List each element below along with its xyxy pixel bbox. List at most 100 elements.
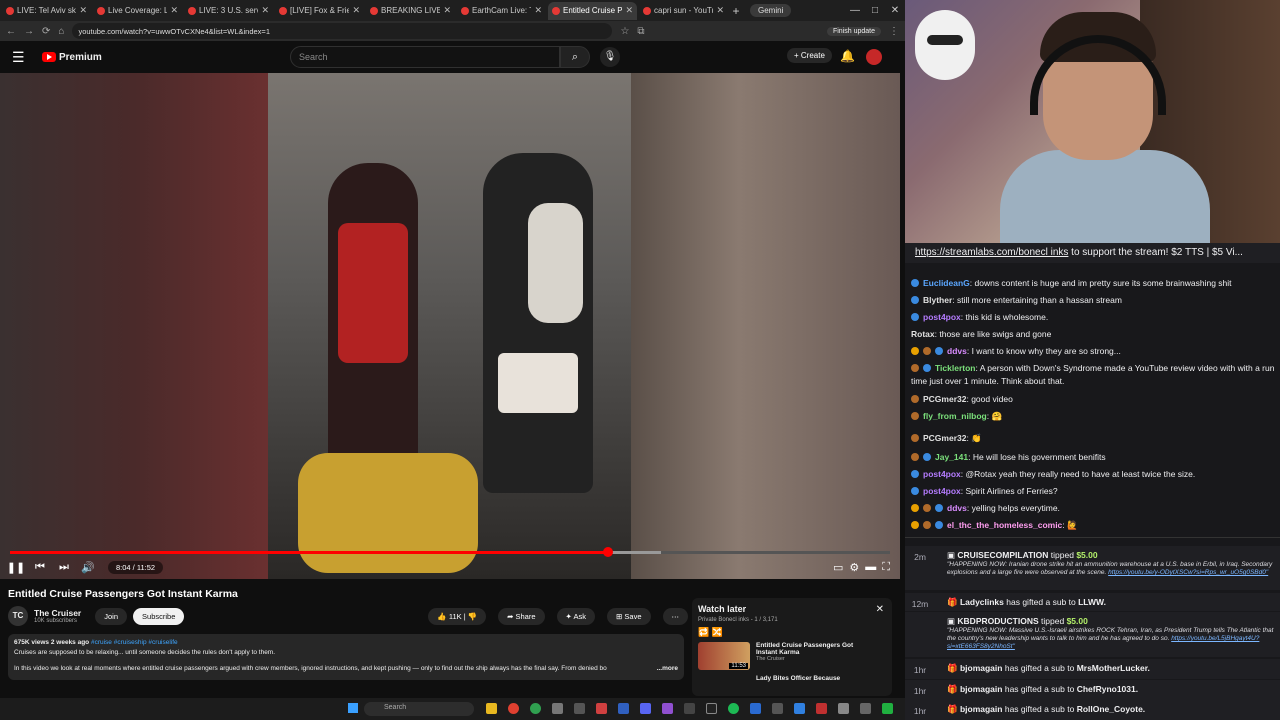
event-username[interactable]: bjomagain	[960, 684, 1003, 694]
chat-badge-icon[interactable]	[935, 347, 943, 355]
browser-menu-icon[interactable]: ⋮	[889, 26, 899, 37]
app-icon[interactable]	[574, 703, 585, 714]
chat-username[interactable]: Jay_141	[935, 452, 968, 462]
join-button[interactable]: Join	[95, 607, 128, 625]
tip-link[interactable]: https://youtu.be/y-ODytXSCw?si=Rps_wr_uO…	[1108, 569, 1268, 576]
minimize-button[interactable]: —	[845, 5, 865, 16]
video-player[interactable]: ❚❚ ⏮ ⏭ 🔊 8:04 / 11:52 ▭ ⚙ ▬ ⛶	[0, 73, 900, 579]
chat-badge-icon[interactable]	[923, 504, 931, 512]
loop-icon[interactable]: 🔁	[698, 627, 709, 637]
chat-username[interactable]: PCGmer32	[923, 394, 966, 404]
progress-bar[interactable]	[10, 547, 890, 557]
chat-badge-icon[interactable]	[911, 453, 919, 461]
hashtags[interactable]: #cruise #cruiseship #cruiselife	[91, 639, 178, 646]
extensions-icon[interactable]: ⧉	[637, 26, 644, 37]
chat-badge-icon[interactable]	[911, 487, 919, 495]
chat-badge-icon[interactable]	[911, 313, 919, 321]
app-icon[interactable]	[552, 703, 563, 714]
volume-icon[interactable]: 🔊	[76, 561, 100, 574]
chat-username[interactable]: post4pox	[923, 312, 961, 322]
chat-badge-icon[interactable]	[911, 412, 919, 420]
chat-username[interactable]: el_thc_the_homeless_comic	[947, 520, 1062, 530]
chat-badge-icon[interactable]	[911, 434, 919, 442]
event-username[interactable]: bjomagain	[960, 704, 1003, 714]
reload-icon[interactable]: ⟳	[42, 26, 50, 37]
chat-username[interactable]: EuclideanG	[923, 278, 970, 288]
chat-username[interactable]: Ticklerton	[935, 363, 975, 373]
browser-tab[interactable]: BREAKING LIVE: US✕	[366, 2, 455, 20]
chat-badge-icon[interactable]	[911, 347, 919, 355]
finish-update-button[interactable]: Finish update	[826, 26, 881, 36]
app-icon[interactable]	[684, 703, 695, 714]
event-username[interactable]: CRUISECOMPILATION	[957, 550, 1048, 560]
event-username[interactable]: Ladyclinks	[960, 597, 1004, 607]
back-icon[interactable]: ←	[6, 26, 16, 37]
chat-badge-icon[interactable]	[935, 504, 943, 512]
chat-badge-icon[interactable]	[911, 296, 919, 304]
settings-gear-icon[interactable]: ⚙	[849, 561, 859, 574]
app-icon[interactable]	[750, 703, 761, 714]
chat-username[interactable]: Blyther	[923, 295, 952, 305]
hamburger-menu-icon[interactable]: ☰	[12, 49, 32, 66]
close-icon[interactable]: ✕	[352, 5, 360, 16]
subscribe-button[interactable]: Subscribe	[133, 607, 185, 625]
video-description[interactable]: 675K views 2 weeks ago #cruise #cruisesh…	[8, 634, 684, 680]
chat-badge-icon[interactable]	[923, 521, 931, 529]
more-actions-button[interactable]: ⋯	[662, 607, 688, 625]
home-icon[interactable]: ⌂	[58, 26, 64, 37]
search-input[interactable]: Search	[290, 46, 560, 68]
close-icon[interactable]: ✕	[170, 5, 178, 16]
close-icon[interactable]: ✕	[876, 604, 884, 615]
subtitles-icon[interactable]: ▭	[833, 561, 843, 574]
maximize-button[interactable]: □	[865, 5, 885, 16]
previous-icon[interactable]: ⏮	[28, 561, 52, 574]
gift-recipient[interactable]: ChefRyno1031.	[1077, 684, 1138, 694]
gift-recipient[interactable]: LLWW.	[1078, 597, 1106, 607]
chrome-icon[interactable]	[508, 703, 519, 714]
app-icon[interactable]	[882, 703, 893, 714]
chat-username[interactable]: fly_from_nilbog	[923, 411, 987, 421]
ask-button[interactable]: ✦ Ask	[556, 607, 595, 625]
theater-mode-icon[interactable]: ▬	[865, 561, 876, 574]
chat-badge-icon[interactable]	[911, 395, 919, 403]
banner-link[interactable]: https://streamlabs.com/bonecl inks	[915, 247, 1068, 258]
browser-tab[interactable]: [LIVE] Fox & Friends✕	[275, 2, 364, 20]
chat-username[interactable]: post4pox	[923, 469, 961, 479]
browser-tab[interactable]: LIVE: 3 U.S. service m✕	[184, 2, 273, 20]
chat-badge-icon[interactable]	[923, 364, 931, 372]
forward-icon[interactable]: →	[24, 26, 34, 37]
chat-badge-icon[interactable]	[923, 453, 931, 461]
gemini-button[interactable]: Gemini	[750, 4, 792, 17]
chat-username[interactable]: PCGmer32	[923, 433, 966, 443]
avatar[interactable]	[866, 49, 882, 65]
browser-tab[interactable]: capri sun - YouTube✕	[639, 2, 728, 20]
chat-badge-icon[interactable]	[935, 521, 943, 529]
chat-badge-icon[interactable]	[923, 347, 931, 355]
thumbs-down-icon[interactable]: 👎	[468, 612, 477, 621]
notifications-bell-icon[interactable]: 🔔	[840, 49, 855, 63]
search-icon[interactable]: ⌕	[560, 46, 590, 68]
discord-icon[interactable]	[640, 703, 651, 714]
chat-badge-icon[interactable]	[911, 279, 919, 287]
youtube-logo[interactable]: Premium	[42, 52, 102, 63]
browser-tab[interactable]: LIVE: Tel Aviv skyline✕	[2, 2, 91, 20]
chrome-icon[interactable]	[530, 703, 541, 714]
bookmark-star-icon[interactable]: ☆	[620, 26, 629, 37]
chat-badge-icon[interactable]	[911, 521, 919, 529]
app-icon[interactable]	[596, 703, 607, 714]
shuffle-icon[interactable]: 🔀	[712, 627, 723, 637]
event-username[interactable]: bjomagain	[960, 663, 1003, 673]
fullscreen-icon[interactable]: ⛶	[882, 561, 890, 574]
chat-username[interactable]: Rotax	[911, 329, 935, 339]
file-explorer-icon[interactable]	[486, 703, 497, 714]
close-icon[interactable]: ✕	[443, 5, 451, 16]
app-icon[interactable]	[860, 703, 871, 714]
like-button[interactable]: 👍 11K | 👎	[428, 607, 487, 625]
channel-avatar[interactable]: TC	[8, 606, 28, 626]
browser-tab[interactable]: EarthCam Live: Time✕	[457, 2, 546, 20]
pause-icon[interactable]: ❚❚	[4, 561, 28, 574]
event-username[interactable]: KBDPRODUCTIONS	[957, 616, 1038, 626]
app-icon[interactable]	[662, 703, 673, 714]
obs-icon[interactable]	[706, 703, 717, 714]
close-window-button[interactable]: ✕	[885, 5, 905, 16]
